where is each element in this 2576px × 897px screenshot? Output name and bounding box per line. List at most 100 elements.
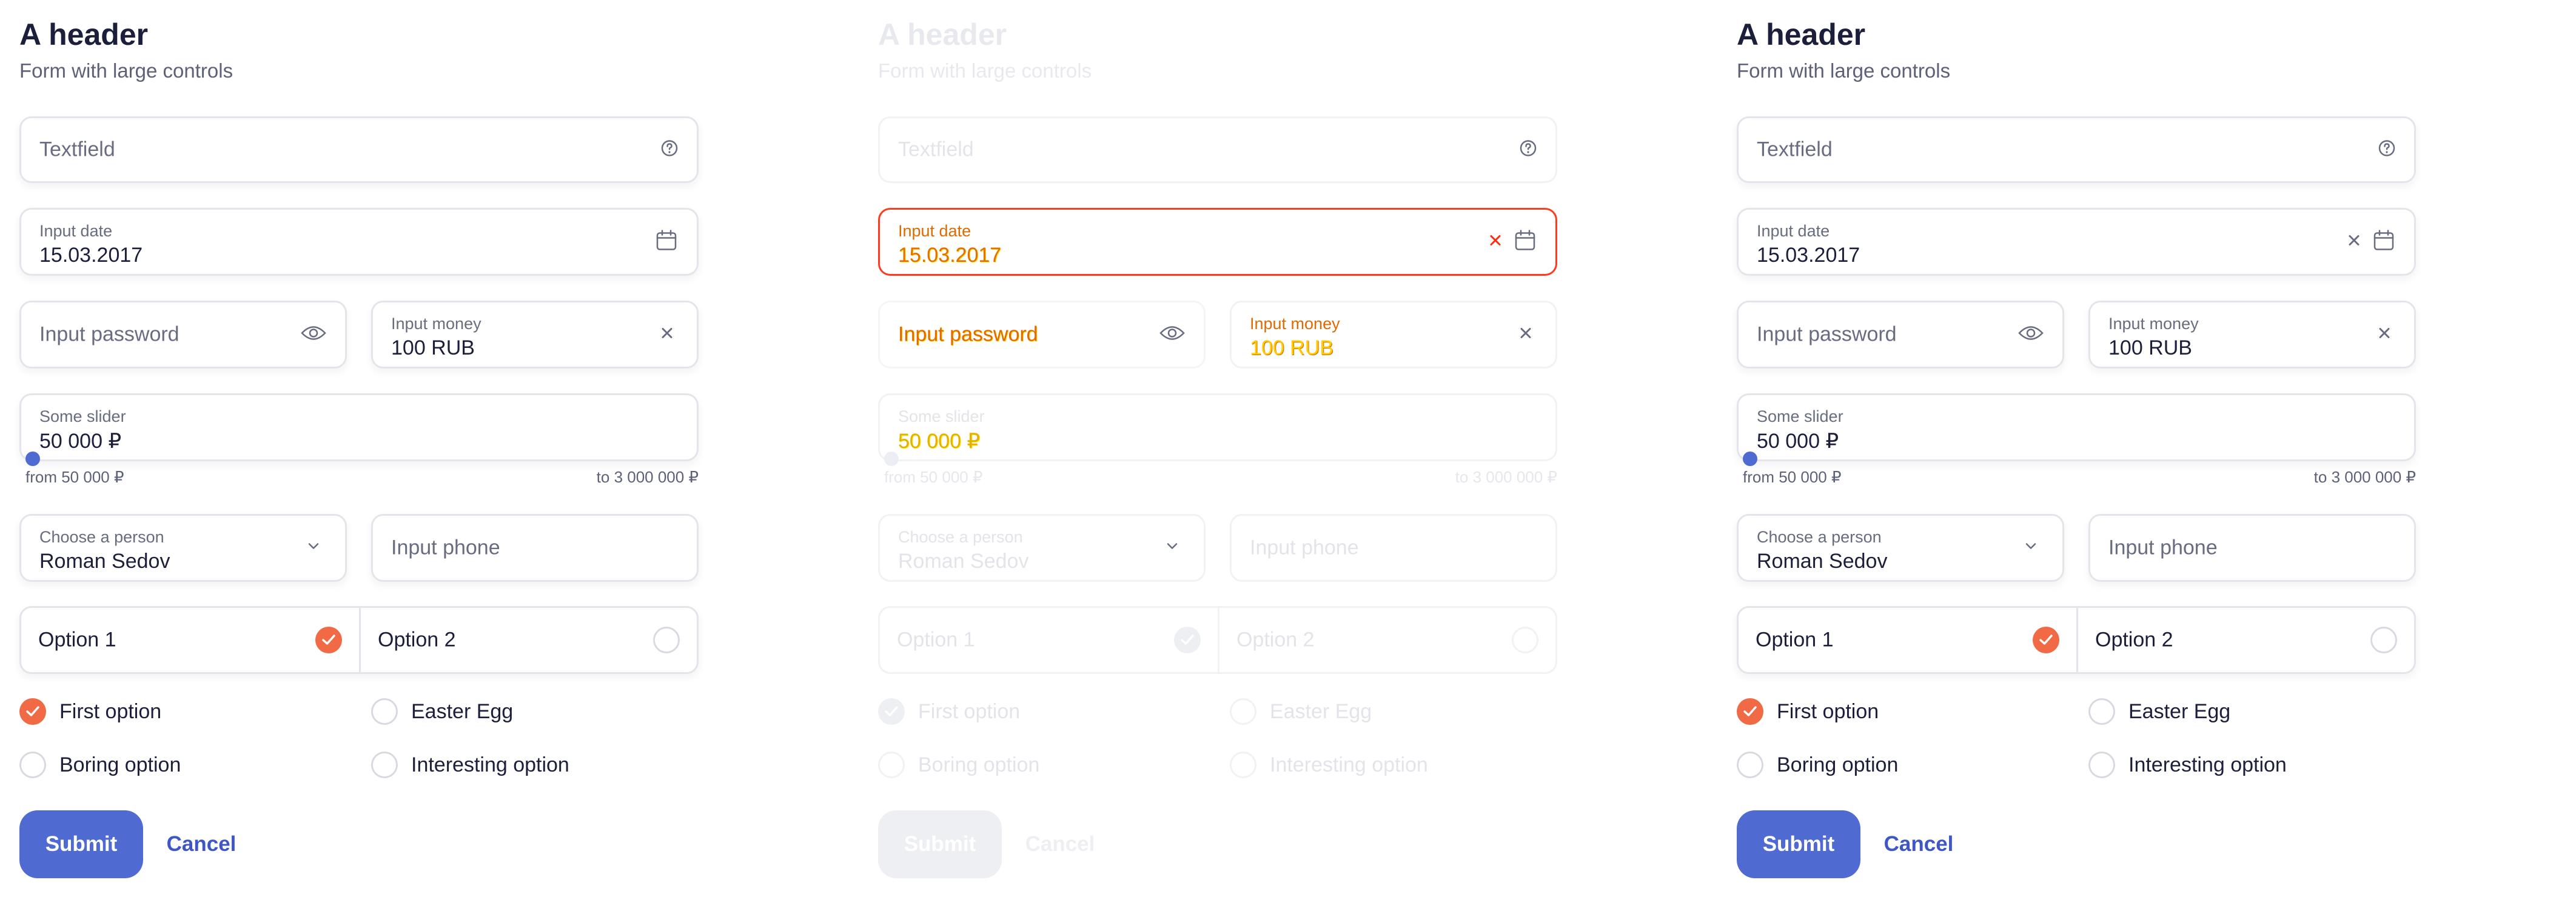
cancel-button[interactable]: Cancel (1870, 810, 1967, 878)
submit-button[interactable]: Submit (19, 810, 143, 878)
calendar-icon[interactable] (654, 228, 679, 256)
slider-field: Some slider 50 000 ₽ (878, 393, 1557, 461)
page-subtitle: Form with large controls (878, 59, 1092, 82)
radio-interesting-option[interactable] (371, 752, 398, 778)
radio-easter-egg-label[interactable]: Easter Egg (411, 700, 513, 724)
radio-interesting-option[interactable] (2088, 752, 2115, 778)
calendar-icon[interactable] (2372, 228, 2396, 256)
chevron-down-icon[interactable] (2024, 542, 2038, 555)
page-subtitle: Form with large controls (19, 59, 233, 82)
slider-min-label: from 50 000 ₽ (25, 468, 124, 486)
phone-placeholder: Input phone (391, 536, 500, 559)
phone-input[interactable]: Input phone (371, 514, 699, 582)
person-value: Roman Sedov (39, 550, 170, 573)
radio-boring-option-label[interactable]: Boring option (59, 753, 181, 777)
radio-boring-option[interactable] (19, 752, 46, 778)
radio-interesting-option-label[interactable]: Interesting option (411, 753, 569, 777)
phone-placeholder: Input phone (2108, 536, 2218, 559)
eye-icon[interactable] (2018, 324, 2044, 345)
slider-handle[interactable] (1743, 452, 1757, 466)
money-value: 100 RUB (2108, 336, 2192, 359)
money-label: Input money (1250, 315, 1340, 333)
page-subtitle: Form with large controls (1737, 59, 1951, 82)
slider-field[interactable]: Some slider 50 000 ₽ (19, 393, 699, 461)
slider-label: Some slider (39, 407, 126, 425)
radio-first-option-label[interactable]: First option (1777, 700, 1879, 724)
check-icon (2033, 627, 2059, 653)
slider-max-label: to 3 000 000 ₽ (1455, 468, 1557, 486)
segment-option-2[interactable]: Option 2 (361, 608, 697, 672)
close-icon[interactable] (2346, 233, 2362, 252)
chevron-down-icon[interactable] (306, 542, 321, 555)
radio-interesting-option-label[interactable]: Interesting option (2128, 753, 2287, 777)
slider-field[interactable]: Some slider 50 000 ₽ (1737, 393, 2416, 461)
password-placeholder: Input password (39, 322, 179, 346)
person-label: Choose a person (39, 528, 164, 546)
eye-icon[interactable] (300, 324, 327, 345)
date-input[interactable]: Input date 15.03.2017 (1737, 208, 2416, 276)
person-value: Roman Sedov (898, 550, 1029, 573)
segment-option-1[interactable]: Option 1 (21, 608, 361, 672)
slider-max-label: to 3 000 000 ₽ (2313, 468, 2416, 486)
textfield-input[interactable]: Textfield (1737, 116, 2416, 183)
date-input[interactable]: Input date 15.03.2017 (19, 208, 699, 276)
textfield-input: Textfield (878, 116, 1557, 183)
radio-boring-option[interactable] (1737, 752, 1763, 778)
money-input[interactable]: Input money 100 RUB (2088, 301, 2416, 368)
radio-circle-icon (1512, 627, 1538, 653)
person-select: Choose a person Roman Sedov (878, 514, 1206, 582)
money-value: 100 RUB (1250, 336, 1333, 359)
form-panel-default: A header Form with large controls Textfi… (19, 0, 705, 897)
close-icon[interactable] (659, 325, 675, 344)
password-input[interactable]: Input password (1737, 301, 2064, 368)
person-label: Choose a person (1757, 528, 1882, 546)
radio-circle-icon (2370, 627, 2397, 653)
person-label: Choose a person (898, 528, 1023, 546)
segment-option-2-label: Option 2 (378, 628, 456, 652)
radio-easter-egg[interactable] (371, 698, 398, 725)
help-circle-icon[interactable] (660, 139, 679, 161)
radio-first-option-label: First option (918, 700, 1021, 723)
cancel-button: Cancel (1011, 810, 1109, 878)
radio-first-option[interactable] (1737, 698, 1763, 725)
radio-first-option (878, 698, 905, 725)
person-select[interactable]: Choose a person Roman Sedov (19, 514, 347, 582)
textfield-input[interactable]: Textfield (19, 116, 699, 183)
date-value: 15.03.2017 (1757, 244, 1860, 267)
radio-first-option-label[interactable]: First option (59, 700, 161, 724)
help-circle-icon[interactable] (2378, 139, 2396, 161)
slider-track[interactable] (1737, 457, 2416, 461)
segmented-options: Option 1 Option 2 (878, 606, 1557, 674)
slider-handle[interactable] (25, 452, 40, 466)
slider-value: 50 000 ₽ (898, 430, 981, 453)
slider-max-label: to 3 000 000 ₽ (596, 468, 699, 486)
textfield-placeholder: Textfield (1757, 138, 1833, 161)
money-input[interactable]: Input money 100 RUB (371, 301, 699, 368)
cancel-button[interactable]: Cancel (153, 810, 250, 878)
person-select[interactable]: Choose a person Roman Sedov (1737, 514, 2064, 582)
form-panel-disabled: A header Form with large controls Textfi… (878, 0, 1563, 897)
segment-option-2[interactable]: Option 2 (2078, 608, 2414, 672)
page-title: A header (878, 18, 1007, 52)
password-input[interactable]: Input password (19, 301, 347, 368)
radio-boring-option-label[interactable]: Boring option (1777, 753, 1898, 777)
textfield-placeholder: Textfield (898, 138, 974, 161)
submit-button[interactable]: Submit (1737, 810, 1860, 878)
close-icon[interactable] (2376, 325, 2392, 344)
segment-option-1[interactable]: Option 1 (1739, 608, 2078, 672)
radio-interesting-option (1230, 752, 1256, 778)
segment-option-1-label: Option 1 (38, 628, 116, 652)
radio-easter-egg-label: Easter Egg (1270, 700, 1372, 723)
slider-value: 50 000 ₽ (39, 430, 122, 453)
slider-handle (884, 452, 899, 466)
segmented-options: Option 1 Option 2 (1737, 606, 2416, 674)
radio-first-option[interactable] (19, 698, 46, 725)
page-title: A header (1737, 18, 1866, 52)
radio-easter-egg[interactable] (2088, 698, 2115, 725)
phone-input[interactable]: Input phone (2088, 514, 2416, 582)
date-value: 15.03.2017 (39, 244, 143, 267)
date-label: Input date (1757, 222, 1830, 240)
radio-easter-egg-label[interactable]: Easter Egg (2128, 700, 2230, 724)
segment-option-1-label: Option 1 (897, 628, 975, 652)
slider-track[interactable] (19, 457, 699, 461)
